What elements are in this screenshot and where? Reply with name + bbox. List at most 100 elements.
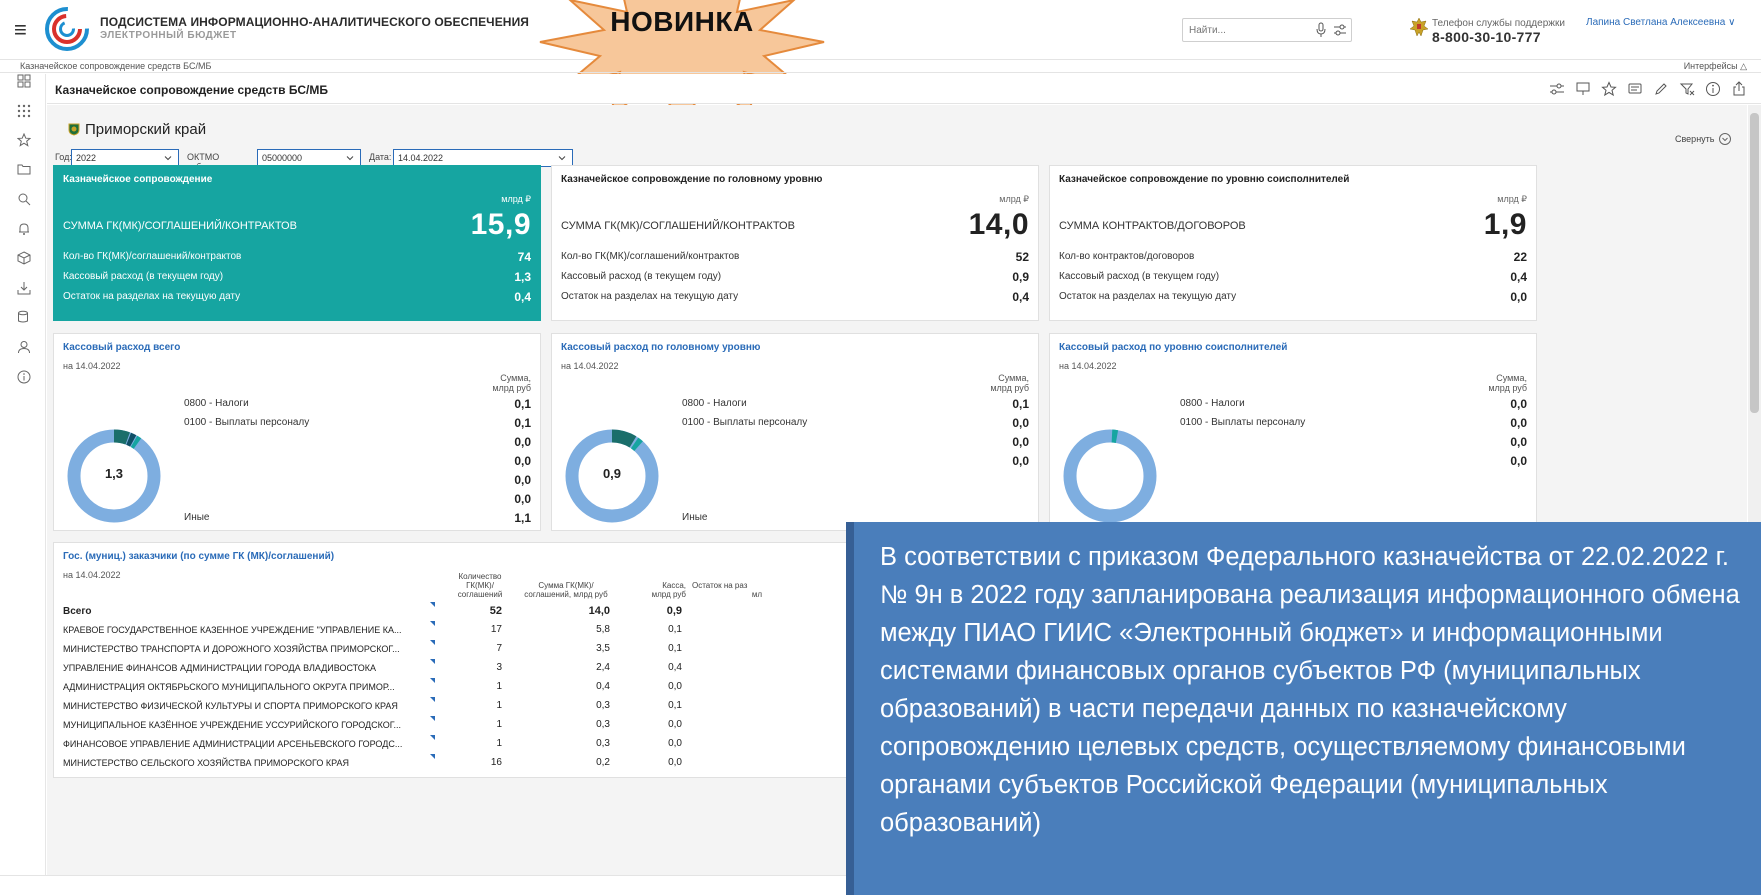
card-main-value: 1,9 — [1483, 208, 1527, 241]
drill-corner-icon[interactable] — [430, 640, 435, 645]
column-header-line: Сумма ГК(МК)/ — [538, 581, 594, 590]
filter-settings-icon[interactable] — [1333, 23, 1347, 37]
sum-header: Сумма, млрд руб — [1488, 373, 1527, 393]
card-main-label: СУММА ГК(МК)/СОГЛАШЕНИЙ/КОНТРАКТОВ — [63, 220, 297, 232]
row-cash: 0,1 — [668, 624, 682, 635]
expense-card-total: Кассовый расход всего на 14.04.2022 Сумм… — [53, 333, 541, 531]
row-sum: 0,3 — [596, 738, 610, 749]
card-row-value: 74 — [517, 250, 531, 264]
card-title[interactable]: Кассовый расход по головному уровню — [561, 342, 760, 353]
drill-corner-icon[interactable] — [430, 697, 435, 702]
as-of-date: на 14.04.2022 — [1059, 361, 1117, 371]
summary-card-head-level: Казначейское сопровождение по головному … — [551, 165, 1039, 321]
legend-value: 0,0 — [514, 473, 531, 487]
apps-grid-icon[interactable] — [17, 104, 31, 118]
presentation-icon[interactable] — [1575, 81, 1591, 97]
card-title[interactable]: Кассовый расход всего — [63, 342, 180, 353]
search-input[interactable] — [1189, 22, 1289, 38]
row-cash: 0,0 — [668, 719, 682, 730]
favorite-star-icon[interactable] — [1601, 81, 1617, 97]
collapse-button[interactable]: Свернуть — [1675, 133, 1731, 145]
menu-icon[interactable]: ≡ — [14, 19, 27, 41]
app-window: ≡ ПОДСИСТЕМА ИНФОРМАЦИОННО-АНАЛИТИЧЕСКОГ… — [0, 0, 1761, 895]
download-icon[interactable] — [17, 281, 31, 295]
database-icon[interactable] — [17, 310, 31, 324]
card-row-label: Кассовый расход (в текущем году) — [63, 271, 224, 282]
bell-icon[interactable] — [17, 222, 31, 236]
dashboard-icon[interactable] — [17, 74, 31, 88]
drill-corner-icon[interactable] — [430, 678, 435, 683]
info-icon[interactable] — [1705, 81, 1721, 97]
legend-value: 0,0 — [514, 454, 531, 468]
brand-subtitle: ЭЛЕКТРОННЫЙ БЮДЖЕТ — [100, 30, 237, 41]
sum-header-line: Сумма, — [1496, 373, 1527, 383]
interfaces-toggle[interactable]: Интерфейсы △ — [1684, 61, 1747, 72]
chevron-circle-icon — [1719, 133, 1731, 145]
breadcrumb[interactable]: Казначейское сопровождение средств БС/МБ — [20, 61, 211, 71]
microphone-icon[interactable] — [1315, 22, 1327, 38]
row-name: МИНИСТЕРСТВО ФИЗИЧЕСКОЙ КУЛЬТУРЫ И СПОРТ… — [63, 701, 398, 711]
row-cash: 0,1 — [668, 700, 682, 711]
legend-value: 0,0 — [1012, 435, 1029, 449]
card-row-value: 1,3 — [514, 270, 531, 284]
edit-icon[interactable] — [1653, 81, 1669, 97]
search-icon[interactable] — [17, 192, 31, 206]
support-phone: 8-800-30-10-777 — [1432, 29, 1541, 45]
row-count: 1 — [496, 738, 502, 749]
column-header-line: Касса, — [662, 581, 686, 590]
drill-corner-icon[interactable] — [430, 659, 435, 664]
folder-icon[interactable] — [17, 162, 31, 176]
star-icon[interactable] — [17, 133, 31, 147]
row-sum: 3,5 — [596, 643, 610, 654]
legend-value: 0,0 — [1012, 416, 1029, 430]
scrollbar-thumb[interactable] — [1750, 113, 1759, 413]
share-icon[interactable] — [1731, 81, 1747, 97]
legend-value: 0,0 — [1510, 454, 1527, 468]
info-icon[interactable] — [17, 370, 31, 384]
legend-label: 0800 - Налоги — [184, 398, 249, 409]
row-cash: 0,4 — [668, 662, 682, 673]
summary-card-total: Казначейское сопровождение млрд ₽ СУММА … — [53, 165, 541, 321]
card-row-value: 0,4 — [1510, 270, 1527, 284]
search-box[interactable] — [1182, 18, 1352, 42]
user-icon[interactable] — [17, 340, 31, 354]
as-of-date: на 14.04.2022 — [63, 361, 121, 371]
row-name: АДМИНИСТРАЦИЯ ОКТЯБРЬСКОГО МУНИЦИПАЛЬНОГ… — [63, 682, 395, 692]
card-title[interactable]: Кассовый расход по уровню соисполнителей — [1059, 342, 1287, 353]
card-row-label: Кассовый расход (в текущем году) — [1059, 271, 1220, 282]
row-count: 52 — [489, 605, 502, 617]
drill-corner-icon[interactable] — [430, 621, 435, 626]
drill-corner-icon[interactable] — [430, 754, 435, 759]
card-row-label: Кол-во контрактов/договоров — [1059, 251, 1195, 262]
row-sum: 2,4 — [596, 662, 610, 673]
row-sum: 0,3 — [596, 700, 610, 711]
drill-corner-icon[interactable] — [430, 735, 435, 740]
drill-corner-icon[interactable] — [430, 716, 435, 721]
brand-title: ПОДСИСТЕМА ИНФОРМАЦИОННО-АНАЛИТИЧЕСКОГО … — [100, 15, 530, 29]
row-sum: 5,8 — [596, 624, 610, 635]
row-count: 1 — [496, 700, 502, 711]
drill-corner-icon[interactable] — [430, 602, 435, 607]
row-count: 17 — [490, 624, 502, 635]
legend-value: 1,1 — [514, 511, 531, 525]
row-cash: 0,0 — [668, 738, 682, 749]
table-title[interactable]: Гос. (муниц.) заказчики (по сумме ГК (МК… — [63, 551, 334, 562]
legend-label: 0800 - Налоги — [1180, 398, 1245, 409]
donut-chart[interactable] — [1060, 426, 1160, 526]
card-title: Казначейское сопровождение по головному … — [561, 174, 823, 185]
card-row-value: 0,4 — [1012, 290, 1029, 304]
row-sum: 14,0 — [588, 605, 610, 617]
column-header-line: Количество — [458, 572, 502, 581]
as-of-date: на 14.04.2022 — [63, 570, 121, 580]
comment-icon[interactable] — [1627, 81, 1643, 97]
user-menu[interactable]: Лапина Светлана Алексеевна ∨ — [1586, 17, 1735, 28]
new-badge-label: НОВИНКА — [610, 6, 754, 37]
date-label: Дата: — [369, 152, 392, 162]
filters-icon[interactable]: 1 — [1549, 81, 1573, 121]
clear-filter-icon[interactable] — [1679, 81, 1695, 97]
region-name: Приморский край — [85, 121, 207, 138]
card-title: Казначейское сопровождение по уровню сои… — [1059, 174, 1350, 185]
cube-icon[interactable] — [17, 251, 31, 265]
row-name: УПРАВЛЕНИЕ ФИНАНСОВ АДМИНИСТРАЦИИ ГОРОДА… — [63, 663, 377, 673]
legend-value: 0,0 — [1510, 435, 1527, 449]
